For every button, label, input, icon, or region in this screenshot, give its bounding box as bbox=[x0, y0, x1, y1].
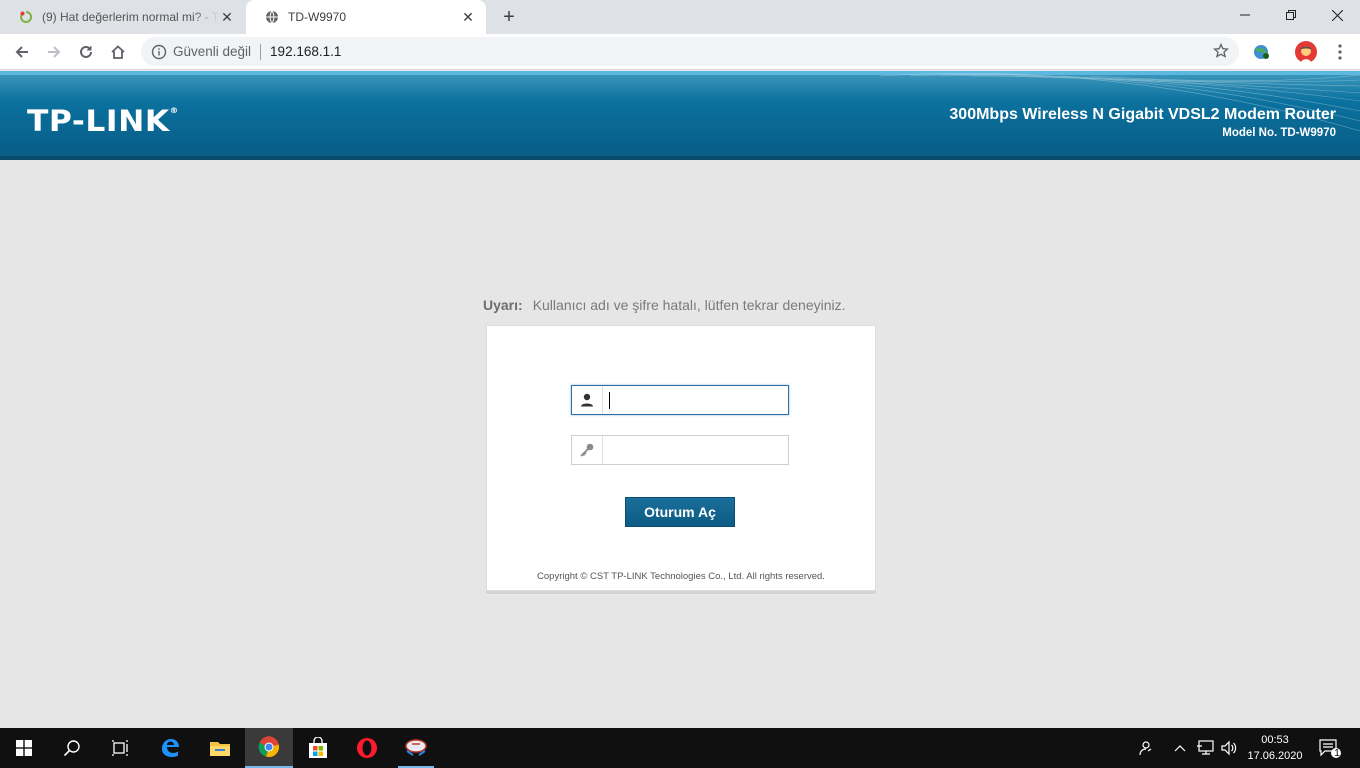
header-bottom-line bbox=[0, 156, 1360, 160]
network-app-icon[interactable] bbox=[392, 728, 440, 768]
tab-close-icon[interactable]: ✕ bbox=[219, 9, 235, 25]
login-warning: Uyarı: Kullanıcı adı ve şifre hatalı, lüt… bbox=[483, 297, 846, 313]
opera-browser-icon[interactable] bbox=[343, 728, 391, 768]
password-field[interactable] bbox=[571, 435, 789, 465]
forward-arrow-icon[interactable] bbox=[41, 39, 67, 65]
back-arrow-icon[interactable] bbox=[9, 39, 35, 65]
start-windows-icon[interactable] bbox=[0, 728, 48, 768]
reload-icon[interactable] bbox=[73, 39, 99, 65]
system-clock[interactable]: 00:53 17.06.2020 bbox=[1240, 732, 1310, 764]
bookmark-star-icon[interactable] bbox=[1212, 42, 1230, 59]
chevron-up-icon[interactable] bbox=[1172, 728, 1188, 768]
profile-avatar-icon[interactable] bbox=[1295, 41, 1317, 63]
close-window-icon[interactable] bbox=[1314, 0, 1360, 30]
home-icon[interactable] bbox=[105, 39, 131, 65]
tab-hat-degerlerim[interactable]: (9) Hat değerlerim normal mi? - T ✕ bbox=[0, 0, 245, 34]
file-explorer-icon[interactable] bbox=[196, 728, 244, 768]
tp-link-logo: TP-LINK® bbox=[27, 104, 179, 138]
search-icon[interactable] bbox=[48, 728, 96, 768]
tab-td-w9970[interactable]: TD-W9970 ✕ bbox=[246, 0, 486, 34]
user-icon bbox=[572, 386, 603, 414]
tab-close-icon[interactable]: ✕ bbox=[460, 9, 476, 25]
people-icon[interactable] bbox=[1134, 728, 1156, 768]
notification-count: 1 bbox=[1334, 748, 1340, 759]
username-field[interactable] bbox=[571, 385, 789, 415]
username-input[interactable] bbox=[603, 387, 788, 413]
network-status-icon[interactable] bbox=[1195, 728, 1215, 768]
task-view-icon[interactable] bbox=[96, 728, 144, 768]
warning-message: Kullanıcı adı ve şifre hatalı, lütfen te… bbox=[532, 297, 846, 313]
clock-date: 17.06.2020 bbox=[1247, 750, 1303, 762]
url-text[interactable]: 192.168.1.1 bbox=[270, 44, 341, 59]
security-status: Güvenli değil bbox=[173, 44, 252, 59]
key-icon bbox=[572, 436, 603, 464]
text-caret bbox=[609, 392, 610, 409]
tab-title: (9) Hat değerlerim normal mi? - T bbox=[42, 10, 219, 24]
extension-globe-icon[interactable] bbox=[1251, 42, 1271, 62]
clock-time: 00:53 bbox=[1261, 734, 1289, 746]
info-icon[interactable] bbox=[151, 44, 167, 60]
warning-label: Uyarı: bbox=[483, 297, 523, 313]
browser-tab-bar: (9) Hat değerlerim normal mi? - T ✕ TD-W… bbox=[0, 0, 1360, 34]
address-bar[interactable]: Güvenli değil 192.168.1.1 bbox=[141, 37, 1239, 66]
browser-toolbar: Güvenli değil 192.168.1.1 bbox=[0, 34, 1360, 70]
restore-icon[interactable] bbox=[1268, 0, 1314, 30]
windows-taskbar: 00:53 17.06.2020 1 bbox=[0, 728, 1360, 768]
login-button[interactable]: Oturum Aç bbox=[625, 497, 735, 527]
notification-center-icon[interactable]: 1 bbox=[1316, 728, 1344, 768]
globe-icon bbox=[264, 9, 280, 25]
router-header: TP-LINK® 300Mbps Wireless N Gigabit VDSL… bbox=[0, 71, 1360, 160]
address-separator bbox=[260, 43, 262, 60]
microsoft-store-icon[interactable] bbox=[294, 728, 342, 768]
new-tab-plus-icon[interactable]: + bbox=[498, 6, 520, 28]
minimize-icon[interactable] bbox=[1222, 0, 1268, 30]
tab-title: TD-W9970 bbox=[288, 10, 347, 24]
browser-menu-icon[interactable] bbox=[1330, 42, 1350, 62]
forum-favicon-icon bbox=[18, 9, 34, 25]
volume-icon[interactable] bbox=[1219, 728, 1239, 768]
password-input[interactable] bbox=[603, 437, 788, 463]
copyright-text: Copyright © CST TP-LINK Technologies Co.… bbox=[537, 571, 825, 582]
login-panel: Oturum Aç Copyright © CST TP-LINK Techno… bbox=[486, 325, 876, 591]
chrome-browser-icon[interactable] bbox=[245, 728, 293, 768]
edge-browser-icon[interactable] bbox=[146, 728, 194, 768]
model-number: Model No. TD-W9970 bbox=[1222, 127, 1336, 139]
product-name: 300Mbps Wireless N Gigabit VDSL2 Modem R… bbox=[949, 106, 1336, 123]
